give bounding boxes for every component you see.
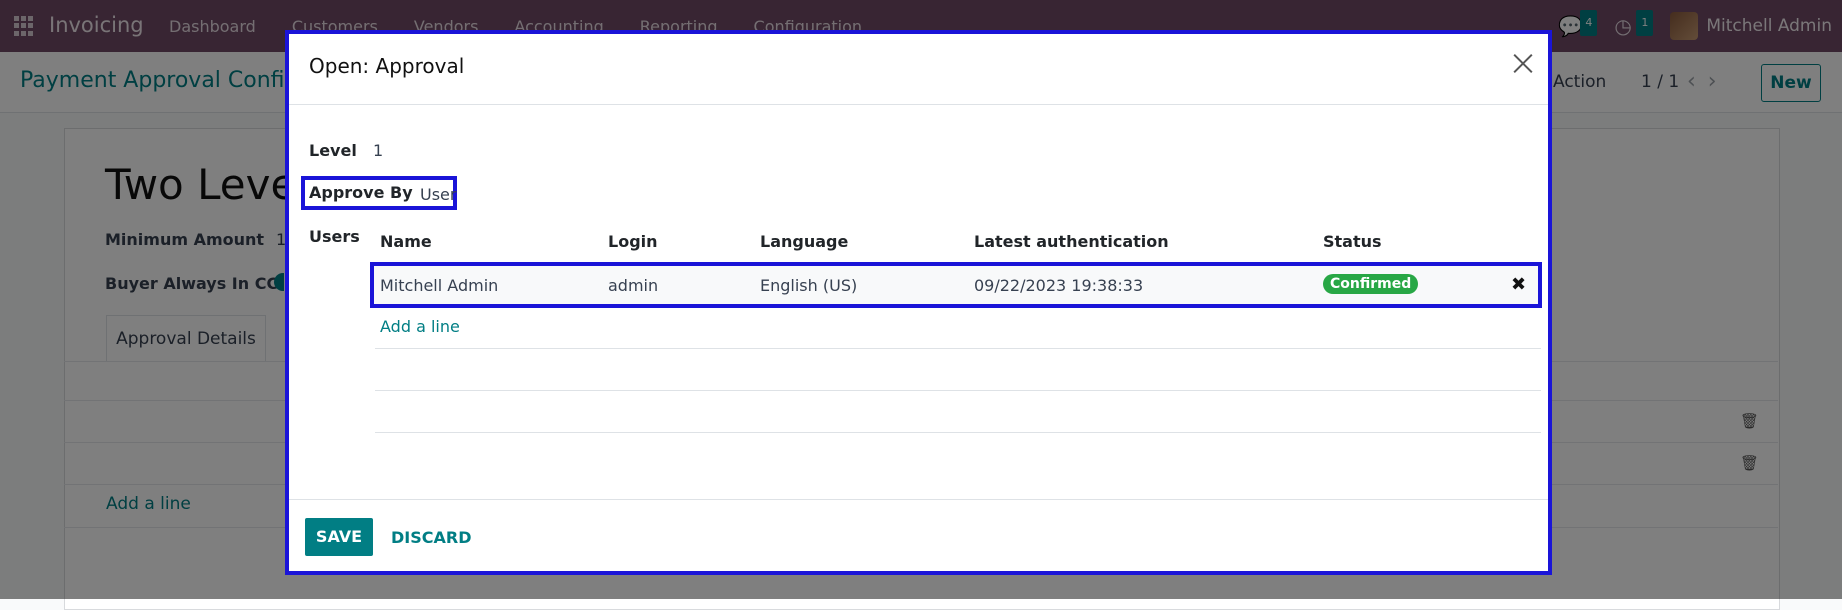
cell-login[interactable]: admin (608, 276, 658, 295)
table-row-divider (375, 390, 1541, 391)
approve-by-label: Approve By (309, 183, 413, 202)
table-row-divider (375, 348, 1541, 349)
dialog-footer: SAVE DISCARD (289, 499, 1548, 576)
approval-dialog: Open: Approval Level 1 Approve By User U… (285, 30, 1552, 575)
dialog-title: Open: Approval (309, 54, 465, 78)
dialog-header: Open: Approval (289, 34, 1548, 105)
level-value[interactable]: 1 (373, 141, 383, 160)
column-header-latest-authentication[interactable]: Latest authentication (974, 232, 1169, 251)
add-line-link[interactable]: Add a line (380, 317, 460, 336)
approve-by-value[interactable]: User (420, 185, 456, 204)
level-label: Level (309, 141, 357, 160)
table-row-divider (375, 432, 1541, 433)
discard-button[interactable]: DISCARD (391, 528, 471, 547)
column-header-status[interactable]: Status (1323, 232, 1382, 251)
close-icon[interactable] (1512, 52, 1534, 74)
column-header-login[interactable]: Login (608, 232, 658, 251)
column-header-language[interactable]: Language (760, 232, 848, 251)
cell-language[interactable]: English (US) (760, 276, 857, 295)
save-button[interactable]: SAVE (305, 518, 373, 556)
remove-row-icon[interactable]: ✖ (1511, 274, 1526, 295)
cell-latest-authentication[interactable]: 09/22/2023 19:38:33 (974, 276, 1143, 295)
column-header-name[interactable]: Name (380, 232, 432, 251)
users-label: Users (309, 227, 360, 246)
status-badge: Confirmed (1323, 274, 1419, 294)
cell-name[interactable]: Mitchell Admin (380, 276, 498, 295)
